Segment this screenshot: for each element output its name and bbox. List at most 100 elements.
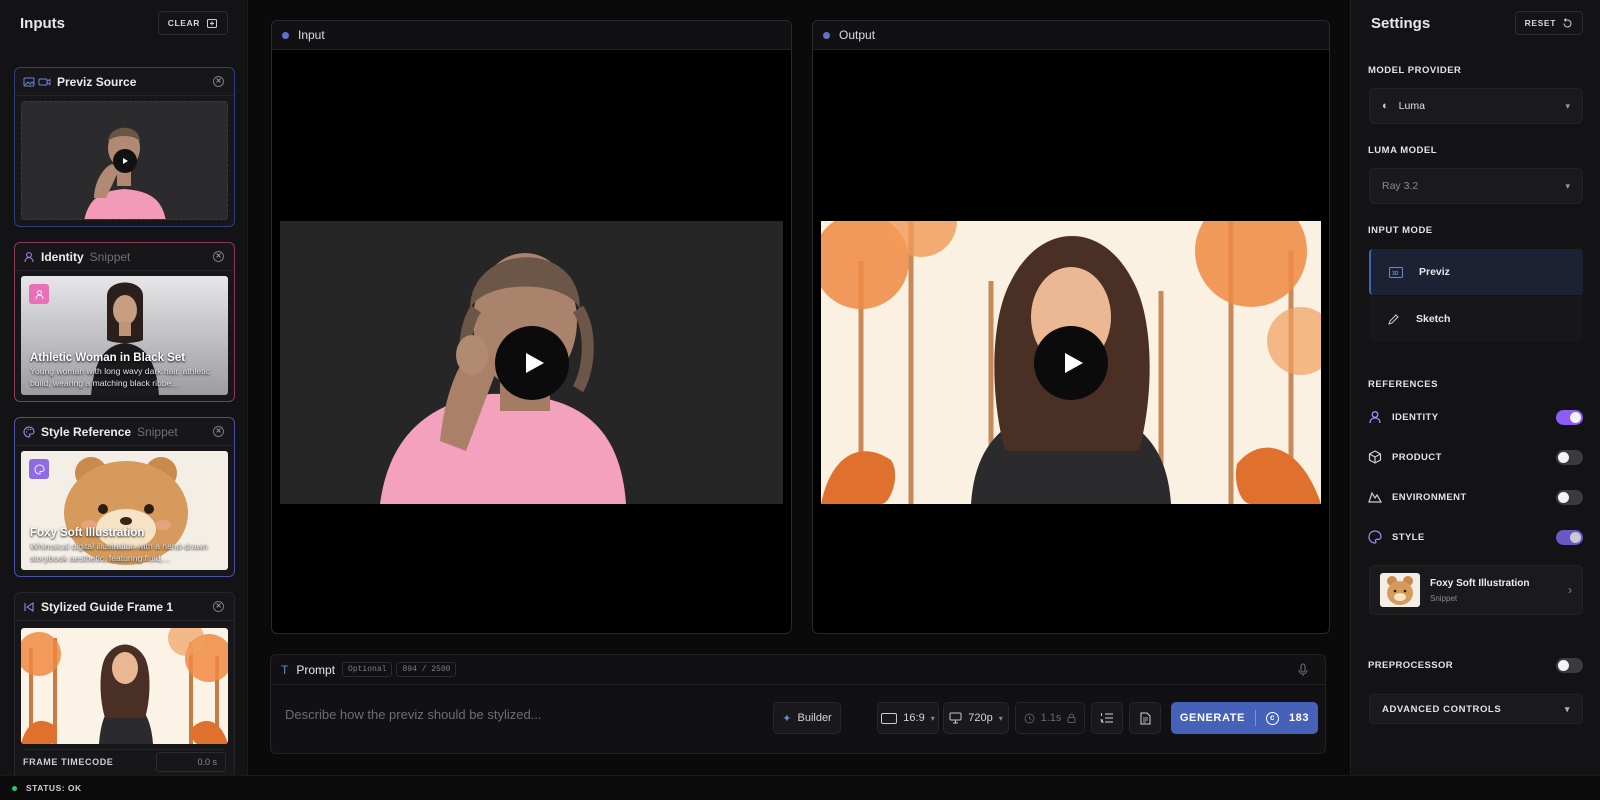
reset-icon [1563, 17, 1572, 27]
image-icon [23, 77, 35, 86]
microphone-icon[interactable] [1297, 663, 1309, 677]
settings-header: Settings RESET [1351, 0, 1600, 46]
remove-guide-icon[interactable]: ✕ [213, 601, 224, 612]
input-dot-icon [282, 31, 289, 39]
chevron-down-icon: ▾ [1564, 703, 1570, 714]
reset-button[interactable]: RESET [1514, 11, 1583, 35]
identity-badge-icon [29, 284, 49, 304]
remove-identity-icon[interactable]: ✕ [213, 251, 224, 262]
output-play-button[interactable] [1034, 325, 1108, 400]
style-reference-card[interactable]: Style Reference Snippet ✕ Foxy Soft Illu… [14, 417, 235, 577]
mode-previz[interactable]: 3D Previz [1369, 249, 1583, 295]
remove-previz-icon[interactable]: ✕ [213, 76, 224, 87]
status-bar: STATUS: OK [0, 775, 1600, 800]
input-video[interactable] [280, 221, 783, 504]
luma-model-label: LUMA MODEL [1368, 145, 1438, 156]
ref-product-label: PRODUCT [1392, 451, 1442, 463]
luma-model-select[interactable]: Ray 3.2 ▾ [1369, 168, 1583, 204]
ref-style-label: STYLE [1392, 531, 1425, 543]
previz-thumbnail[interactable] [21, 101, 228, 220]
resolution-select[interactable]: 720p ▾ [943, 702, 1009, 734]
model-provider-value: Luma [1398, 100, 1425, 112]
guide-thumbnail[interactable] [21, 628, 228, 744]
style-snippet-desc: Whimsical digital illustration with a ha… [30, 541, 208, 563]
document-button[interactable] [1129, 702, 1161, 734]
credits-icon: c [1265, 711, 1279, 725]
reset-button-label: RESET [1524, 18, 1556, 28]
style-thumbnail[interactable]: Foxy Soft Illustration Whimsical digital… [21, 451, 228, 570]
environment-toggle[interactable] [1556, 489, 1583, 505]
status-text: STATUS: OK [26, 783, 82, 793]
duration-field[interactable]: 1.1s [1015, 702, 1085, 734]
style-snippet-tag: Snippet [1430, 593, 1458, 603]
frame-timecode-input[interactable]: 0.0 s [156, 751, 226, 772]
product-toggle[interactable] [1556, 449, 1583, 465]
chevron-down-icon: ▾ [930, 713, 935, 723]
mode-sketch[interactable]: Sketch [1369, 296, 1583, 342]
prompt-optional-tag: Optional [342, 662, 393, 677]
list-options-button[interactable] [1091, 702, 1123, 734]
mode-sketch-label: Sketch [1416, 313, 1451, 325]
credits-divider [1254, 710, 1256, 726]
clear-icon [207, 19, 217, 28]
chevron-down-icon: ▾ [998, 713, 1003, 723]
prompt-input[interactable]: Describe how the previz should be styliz… [285, 707, 755, 722]
aspect-icon [881, 712, 898, 724]
document-icon [1140, 712, 1150, 724]
mode-previz-label: Previz [1419, 266, 1450, 278]
input-panel-title: Input [298, 28, 325, 42]
input-panel-header: Input [272, 21, 791, 50]
identity-card-tag: Snippet [89, 249, 131, 264]
preprocessor-toggle[interactable] [1556, 657, 1583, 673]
identity-card-title: Identity [41, 249, 84, 264]
remove-style-icon[interactable]: ✕ [213, 426, 224, 437]
input-play-button[interactable] [494, 325, 569, 400]
guide-frame-image [21, 628, 228, 744]
inputs-sidebar: Inputs CLEAR Previz Source ✕ Identity Sn… [0, 0, 248, 775]
box-icon [1368, 450, 1382, 464]
ref-style-row: STYLE [1368, 527, 1583, 547]
ref-identity-row: IDENTITY [1368, 407, 1583, 427]
chevron-down-icon: ▾ [1565, 100, 1570, 111]
video-icon [38, 78, 51, 85]
guide-card-header: Stylized Guide Frame 1 ✕ [15, 593, 234, 621]
ref-product-row: PRODUCT [1368, 447, 1583, 467]
identity-thumbnail[interactable]: Athletic Woman in Black Set Young woman … [21, 276, 228, 395]
guide-frame-card[interactable]: Stylized Guide Frame 1 ✕ FRAME TIMECODE … [14, 592, 235, 775]
previz-play-icon[interactable] [112, 148, 137, 173]
ref-environment-row: ENVIRONMENT [1368, 487, 1583, 507]
previz-card-header: Previz Source ✕ [15, 68, 234, 96]
svg-text:3D: 3D [1392, 271, 1399, 277]
model-provider-select[interactable]: ◐ Luma ▾ [1369, 88, 1583, 124]
skip-back-icon [24, 601, 34, 612]
identity-card[interactable]: Identity Snippet ✕ Athletic Woman in Bla… [14, 242, 235, 402]
output-panel: Output [812, 20, 1330, 634]
status-dot-icon [12, 785, 17, 791]
aspect-ratio-select[interactable]: 16:9 ▾ [877, 702, 939, 734]
style-badge-icon [29, 459, 49, 479]
generate-button[interactable]: GENERATE c 183 [1171, 702, 1318, 734]
builder-label: Builder [797, 712, 832, 724]
style-snippet-item[interactable]: Foxy Soft Illustration Snippet › [1369, 565, 1583, 615]
advanced-controls-toggle[interactable]: ADVANCED CONTROLS ▾ [1369, 694, 1583, 724]
clear-button[interactable]: CLEAR [157, 11, 228, 35]
style-card-tag: Snippet [137, 424, 178, 439]
settings-title: Settings [1371, 14, 1431, 32]
previz-source-card[interactable]: Previz Source ✕ [14, 67, 235, 227]
numbered-list-icon [1100, 713, 1113, 723]
identity-card-header: Identity Snippet ✕ [15, 243, 234, 271]
guide-card-title: Stylized Guide Frame 1 [41, 599, 174, 614]
output-panel-title: Output [839, 28, 876, 42]
pencil-icon [1388, 313, 1399, 325]
palette-icon [1368, 530, 1382, 544]
builder-button[interactable]: ✦ Builder [773, 702, 841, 734]
style-card-title: Style Reference [41, 424, 132, 439]
app-root: Inputs CLEAR Previz Source ✕ Identity Sn… [0, 0, 1600, 800]
output-dot-icon [823, 31, 830, 39]
lock-icon [1067, 713, 1076, 723]
identity-toggle[interactable] [1556, 409, 1583, 425]
style-toggle[interactable] [1556, 529, 1583, 545]
preprocessor-row: PREPROCESSOR [1368, 655, 1583, 675]
mountain-icon [1368, 491, 1382, 503]
output-video[interactable] [821, 221, 1321, 504]
